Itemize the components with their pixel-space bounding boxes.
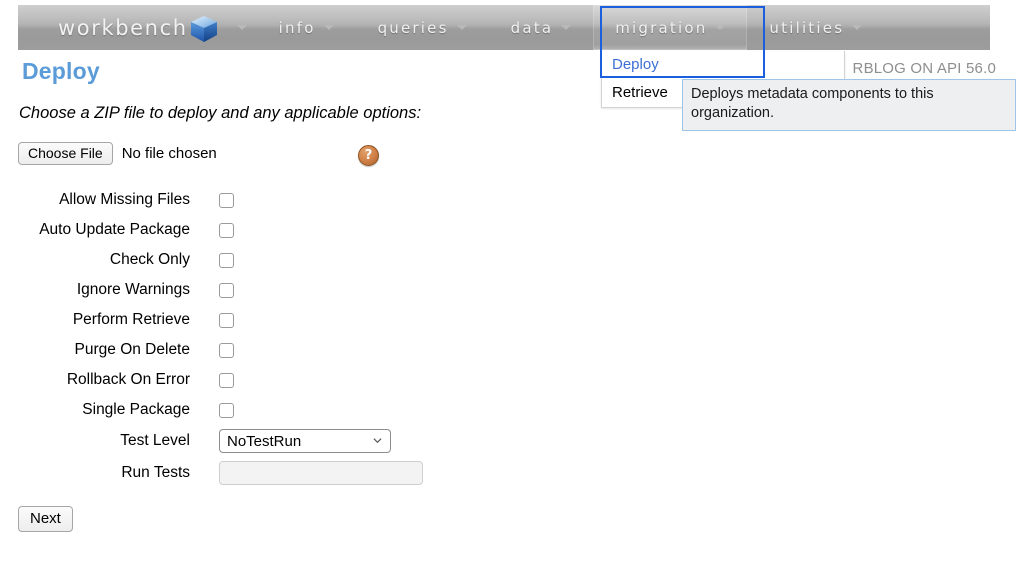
- option-row-test-level: Test Level NoTestRun: [0, 425, 423, 457]
- option-row-allow-missing-files: Allow Missing Files: [0, 185, 423, 215]
- chosen-file-name: No file chosen: [122, 145, 217, 162]
- checkbox-single-package[interactable]: [219, 403, 234, 418]
- checkbox-ignore-warnings[interactable]: [219, 283, 234, 298]
- brand-label: workbench: [58, 16, 188, 40]
- option-control: [190, 373, 234, 388]
- option-label: Ignore Warnings: [0, 281, 190, 299]
- next-button[interactable]: Next: [18, 506, 73, 532]
- nav-item-label: queries: [378, 19, 449, 37]
- option-control: [190, 223, 234, 238]
- option-control: [190, 403, 234, 418]
- option-label: Check Only: [0, 251, 190, 269]
- option-row-perform-retrieve: Perform Retrieve: [0, 305, 423, 335]
- option-row-ignore-warnings: Ignore Warnings: [0, 275, 423, 305]
- option-control: [190, 313, 234, 328]
- option-control: [190, 343, 234, 358]
- blue-cube-logo: [189, 14, 219, 44]
- page-title: Deploy: [22, 58, 100, 85]
- nav-item-label: utilities: [769, 19, 844, 37]
- option-label: Allow Missing Files: [0, 191, 190, 209]
- nav-item-label: info: [279, 19, 316, 37]
- option-label: Rollback On Error: [0, 371, 190, 389]
- org-api-status: RBLOG ON API 56.0: [853, 60, 996, 77]
- brand-menu-toggle[interactable]: [225, 5, 257, 50]
- main-navbar: workbench: [18, 5, 990, 50]
- test-level-select[interactable]: NoTestRun: [219, 429, 391, 453]
- option-row-run-tests: Run Tests: [0, 457, 423, 489]
- checkbox-allow-missing-files[interactable]: [219, 193, 234, 208]
- option-row-rollback-on-error: Rollback On Error: [0, 365, 423, 395]
- option-label: Single Package: [0, 401, 190, 419]
- option-row-check-only: Check Only: [0, 245, 423, 275]
- deploy-tooltip: Deploys metadata components to this orga…: [682, 79, 1016, 131]
- file-chooser-row: Choose File No file chosen: [18, 142, 217, 165]
- choose-file-button[interactable]: Choose File: [18, 142, 113, 165]
- menu-item-deploy[interactable]: Deploy: [602, 51, 844, 79]
- brand-logo[interactable]: workbench: [18, 5, 225, 50]
- nav-item-utilities[interactable]: utilities: [747, 5, 884, 50]
- option-label: Test Level: [0, 432, 190, 450]
- option-control: [190, 283, 234, 298]
- option-label: Auto Update Package: [0, 221, 190, 239]
- checkbox-auto-update-package[interactable]: [219, 223, 234, 238]
- option-row-purge-on-delete: Purge On Delete: [0, 335, 423, 365]
- option-control: [190, 193, 234, 208]
- chevron-down-icon: [715, 25, 725, 30]
- nav-item-queries[interactable]: queries: [356, 5, 489, 50]
- nav-item-label: migration: [615, 19, 707, 37]
- chevron-down-icon: [457, 25, 467, 30]
- nav-item-data[interactable]: data: [489, 5, 594, 50]
- checkbox-rollback-on-error[interactable]: [219, 373, 234, 388]
- checkbox-purge-on-delete[interactable]: [219, 343, 234, 358]
- option-control: [190, 461, 423, 485]
- checkbox-perform-retrieve[interactable]: [219, 313, 234, 328]
- option-label: Run Tests: [0, 464, 190, 482]
- question-mark-icon[interactable]: ?: [358, 145, 379, 166]
- chevron-down-icon: [324, 25, 334, 30]
- checkbox-check-only[interactable]: [219, 253, 234, 268]
- page-instructions: Choose a ZIP file to deploy and any appl…: [19, 104, 421, 123]
- chevron-down-icon: [852, 25, 862, 30]
- option-control: [190, 253, 234, 268]
- chevron-down-icon: [237, 25, 247, 30]
- nav-item-migration[interactable]: migration: [593, 5, 747, 50]
- nav-item-info[interactable]: info: [257, 5, 356, 50]
- option-row-auto-update-package: Auto Update Package: [0, 215, 423, 245]
- nav-item-label: data: [511, 19, 554, 37]
- option-control: NoTestRun: [190, 429, 391, 453]
- deploy-options-list: Allow Missing Files Auto Update Package …: [0, 185, 423, 489]
- chevron-down-icon: [561, 25, 571, 30]
- run-tests-input[interactable]: [219, 461, 423, 485]
- option-label: Purge On Delete: [0, 341, 190, 359]
- option-row-single-package: Single Package: [0, 395, 423, 425]
- option-label: Perform Retrieve: [0, 311, 190, 329]
